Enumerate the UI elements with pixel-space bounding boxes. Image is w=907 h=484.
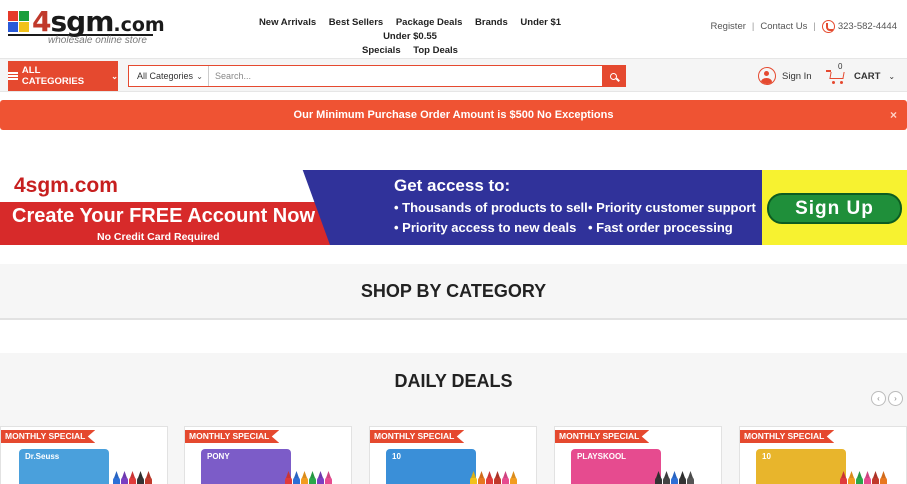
all-categories-button[interactable]: ALL CATEGORIES ⌄ xyxy=(8,61,118,91)
crayons-image xyxy=(113,453,167,484)
contact-link[interactable]: Contact Us xyxy=(760,21,807,32)
banner-brand: 4sgm.com xyxy=(14,174,118,197)
monthly-special-badge: MONTHLY SPECIAL xyxy=(185,430,280,443)
nav-specials[interactable]: Specials xyxy=(362,45,401,56)
nav-package-deals[interactable]: Package Deals xyxy=(396,17,463,28)
crayons-image xyxy=(840,453,900,484)
daily-deals-heading: DAILY DEALS xyxy=(0,353,907,409)
monthly-special-badge: MONTHLY SPECIAL xyxy=(370,430,465,443)
crayons-image xyxy=(655,453,715,484)
product-image: Dr.Seuss xyxy=(19,449,109,484)
sign-in-label: Sign In xyxy=(782,70,812,82)
divider: | xyxy=(751,21,755,32)
product-card[interactable]: MONTHLY SPECIAL Dr.Seuss xyxy=(0,426,168,484)
product-image: 10 xyxy=(756,449,846,484)
product-image: PONY xyxy=(201,449,291,484)
monthly-special-badge: MONTHLY SPECIAL xyxy=(555,430,650,443)
nav-under-055[interactable]: Under $0.55 xyxy=(383,31,437,42)
category-select-value: All Categories xyxy=(137,71,194,81)
phone-icon xyxy=(821,20,835,33)
search-box: All Categories ⌄ xyxy=(128,65,626,87)
top-nav: New Arrivals Best Sellers Package Deals … xyxy=(230,16,590,58)
banner-access-title: Get access to: xyxy=(394,176,511,195)
cart-count-badge: 0 xyxy=(838,62,843,71)
carousel-arrows: ‹ › xyxy=(871,391,903,406)
logo-tagline: wholesale online store xyxy=(48,35,147,46)
sign-in-link[interactable]: Sign In xyxy=(758,65,812,87)
product-card[interactable]: MONTHLY SPECIAL 10 xyxy=(739,426,907,484)
carousel-prev-button[interactable]: ‹ xyxy=(871,391,886,406)
sign-up-button[interactable]: Sign Up xyxy=(767,193,902,224)
category-select[interactable]: All Categories ⌄ xyxy=(129,66,209,86)
product-image: PLAYSKOOL xyxy=(571,449,661,484)
benefit-item: • Fast order processing xyxy=(588,220,733,235)
nav-top-deals[interactable]: Top Deals xyxy=(413,45,458,56)
search-button[interactable] xyxy=(602,66,625,86)
phone-number[interactable]: 323-582-4444 xyxy=(838,21,897,32)
benefit-item: • Priority customer support xyxy=(588,200,756,215)
site-logo[interactable]: 4sgm.com wholesale online store xyxy=(8,5,165,48)
chevron-down-icon: ⌄ xyxy=(111,71,118,81)
nav-best-sellers[interactable]: Best Sellers xyxy=(329,17,383,28)
cart-label: CART xyxy=(854,70,881,82)
chevron-down-icon: ⌄ xyxy=(196,71,203,81)
shop-by-category-heading: SHOP BY CATEGORY xyxy=(0,264,907,320)
crayons-image xyxy=(470,453,530,484)
signup-banner[interactable]: 4sgm.com Create Your FREE Account Now No… xyxy=(0,170,907,245)
nav-new-arrivals[interactable]: New Arrivals xyxy=(259,17,316,28)
benefit-item: • Priority access to new deals xyxy=(394,220,577,235)
monthly-special-badge: MONTHLY SPECIAL xyxy=(740,430,835,443)
minimum-order-notice: Our Minimum Purchase Order Amount is $50… xyxy=(0,100,907,130)
banner-benefits-col2: • Priority customer support • Fast order… xyxy=(588,198,756,238)
top-header: 4sgm.com wholesale online store New Arri… xyxy=(0,0,907,58)
carousel-next-button[interactable]: › xyxy=(888,391,903,406)
banner-benefits-col1: • Thousands of products to sell • Priori… xyxy=(394,198,588,238)
cart-icon xyxy=(826,68,846,84)
user-icon xyxy=(758,67,776,85)
search-bar-row: ALL CATEGORIES ⌄ All Categories ⌄ Sign I… xyxy=(0,58,907,92)
hamburger-icon xyxy=(8,72,18,80)
benefit-item: • Thousands of products to sell xyxy=(394,200,588,215)
cart-button[interactable]: CART ⌄ xyxy=(826,63,895,89)
nav-under-1[interactable]: Under $1 xyxy=(520,17,561,28)
search-input[interactable] xyxy=(209,66,602,86)
product-card[interactable]: MONTHLY SPECIAL PLAYSKOOL xyxy=(554,426,722,484)
search-icon xyxy=(610,72,617,80)
nav-brands[interactable]: Brands xyxy=(475,17,508,28)
top-links: Register | Contact Us | 323-582-4444 xyxy=(711,20,897,33)
crayons-image xyxy=(285,453,345,484)
all-categories-label: ALL CATEGORIES xyxy=(21,65,85,87)
notice-text: Our Minimum Purchase Order Amount is $50… xyxy=(293,109,614,121)
banner-headline: Create Your FREE Account Now xyxy=(12,205,316,227)
product-image: 10 xyxy=(386,449,476,484)
chevron-down-icon: ⌄ xyxy=(888,71,896,81)
close-icon[interactable]: × xyxy=(890,108,897,122)
logo-squares-icon xyxy=(8,11,30,33)
monthly-special-badge: MONTHLY SPECIAL xyxy=(1,430,96,443)
register-link[interactable]: Register xyxy=(711,21,746,32)
divider: | xyxy=(813,21,816,32)
product-card[interactable]: MONTHLY SPECIAL PONY xyxy=(184,426,352,484)
banner-subline: No Credit Card Required xyxy=(97,231,220,243)
product-card[interactable]: MONTHLY SPECIAL 10 xyxy=(369,426,537,484)
